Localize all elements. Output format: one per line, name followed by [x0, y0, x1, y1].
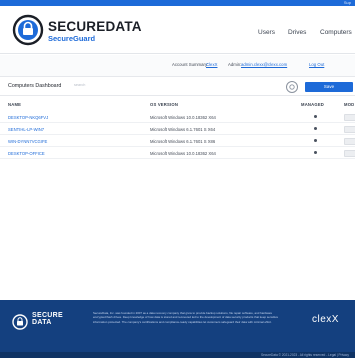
header: SECUREDATA SecureGuard Users Drives Comp…: [0, 6, 355, 54]
admin-label: Admin:: [228, 62, 242, 67]
managed-indicator-icon: [314, 115, 317, 118]
table-row[interactable]: DESKTOP-NKQ6FVJ Microsoft Windows 10.0.1…: [0, 112, 355, 123]
os-version: Microsoft Windows 10.0.18362 X64: [150, 151, 216, 156]
managed-indicator-icon: [314, 139, 317, 142]
footer-brand-line1: SECURE: [32, 312, 63, 319]
nav-users[interactable]: Users: [258, 29, 275, 36]
account-link[interactable]: ClexX: [206, 62, 217, 67]
logout-link[interactable]: Log Out: [309, 62, 324, 67]
col-header-name[interactable]: NAME: [8, 102, 21, 107]
save-button[interactable]: Save: [305, 82, 353, 92]
brand-logo[interactable]: SECUREDATA SecureGuard: [12, 14, 162, 48]
footer-description: SecureData, Inc. was founded in 2007 as …: [93, 311, 279, 324]
brand-subtitle: SecureGuard: [48, 34, 96, 43]
account-bar: Account Summary: ClexX Admin: admin.clex…: [0, 55, 355, 77]
footer-shield-icon: [12, 314, 28, 330]
table-row[interactable]: DESKTOP-OFFICE Microsoft Windows 10.0.18…: [0, 148, 355, 159]
clexx-logo[interactable]: clexX: [312, 314, 339, 325]
bottom-bar: SecureData © 2021-2023 - All rights rese…: [0, 352, 355, 358]
table-row[interactable]: WIN-DYNN7VCGIFE Microsoft Windows 6.1.76…: [0, 136, 355, 147]
nav-computers[interactable]: Computers: [320, 29, 352, 36]
mode-select[interactable]: [344, 150, 355, 157]
computer-name-link[interactable]: DESKTOP-NKQ6FVJ: [8, 115, 48, 120]
os-version: Microsoft Windows 6.1.7601 S X86: [150, 139, 216, 144]
account-label: Account Summary:: [172, 62, 209, 67]
admin-email-link[interactable]: admin.clexx@clexx.com: [241, 62, 287, 67]
nav-drives[interactable]: Drives: [288, 29, 306, 36]
search-input[interactable]: search: [74, 83, 85, 87]
col-header-managed[interactable]: MANAGED: [301, 102, 324, 107]
managed-indicator-icon: [314, 151, 317, 154]
shield-lock-icon: [12, 14, 44, 46]
footer-brand-line2: DATA: [32, 319, 52, 326]
mode-select[interactable]: [344, 114, 355, 121]
footer-brand: SECURE DATA: [32, 312, 63, 326]
computer-name-link[interactable]: SENTIHL-LP-WIN7: [8, 127, 44, 132]
col-header-mode[interactable]: MOD: [344, 102, 354, 107]
computer-name-link[interactable]: DESKTOP-OFFICE: [8, 151, 45, 156]
mode-select[interactable]: [344, 138, 355, 145]
computer-name-link[interactable]: WIN-DYNN7VCGIFE: [8, 139, 47, 144]
os-version: Microsoft Windows 6.1.7601 S X64: [150, 127, 216, 132]
col-header-os[interactable]: OS VERSION: [150, 102, 178, 107]
mode-select[interactable]: [344, 126, 355, 133]
table-row[interactable]: SENTIHL-LP-WIN7 Microsoft Windows 6.1.76…: [0, 124, 355, 135]
settings-icon[interactable]: [286, 81, 298, 93]
footer: SECURE DATA SecureData, Inc. was founded…: [0, 300, 355, 352]
page-title: Computers Dashboard: [8, 83, 62, 89]
brand-name: SECUREDATA: [48, 19, 142, 34]
os-version: Microsoft Windows 10.0.18362 X64: [150, 115, 216, 120]
managed-indicator-icon: [314, 127, 317, 130]
copyright-text: SecureData © 2021-2023 - All rights rese…: [260, 353, 349, 357]
dashboard-toolbar: Computers Dashboard search Save: [0, 78, 355, 96]
